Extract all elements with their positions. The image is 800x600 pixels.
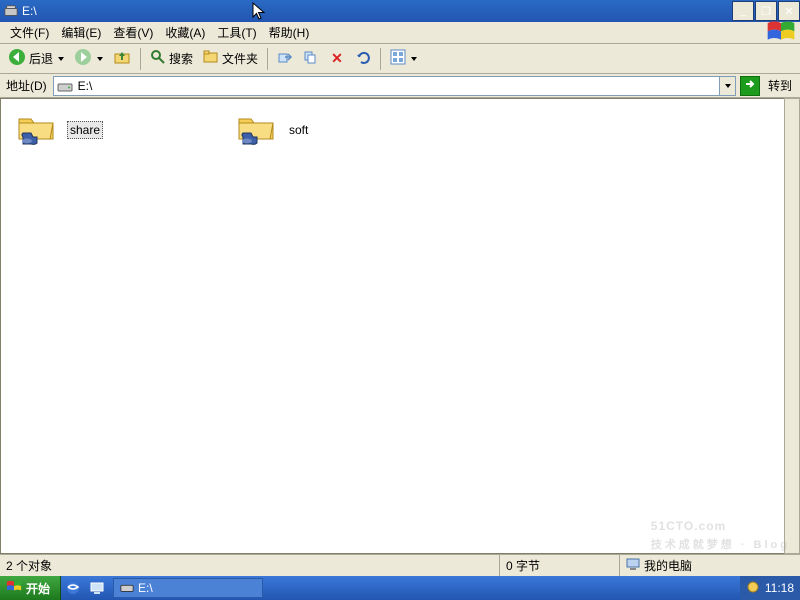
drive-icon (57, 78, 73, 94)
clock: 11:18 (765, 581, 794, 595)
back-label: 后退 (29, 50, 53, 67)
folder-item[interactable]: soft (237, 113, 397, 147)
dropdown-icon (97, 57, 103, 61)
folder-label: share (67, 121, 103, 139)
dropdown-icon (411, 57, 417, 61)
menu-help[interactable]: 帮助(H) (263, 22, 316, 43)
search-label: 搜索 (169, 50, 193, 67)
status-bar: 2 个对象 0 字节 我的电脑 (0, 554, 800, 576)
system-tray[interactable]: 11:18 (740, 576, 800, 600)
folder-label: soft (287, 122, 310, 138)
folder-up-icon (113, 48, 131, 69)
copy-to-icon (303, 49, 319, 68)
folders-icon (203, 49, 219, 68)
menu-edit[interactable]: 编辑(E) (55, 22, 107, 43)
forward-arrow-icon (74, 48, 92, 69)
address-bar: 地址(D) E:\ 转到 (0, 74, 800, 98)
taskbar-task[interactable]: E:\ (113, 578, 263, 598)
quicklaunch-ie[interactable] (62, 577, 84, 599)
drive-icon (120, 580, 134, 597)
copy-to-button[interactable] (299, 47, 323, 71)
status-location: 我的电脑 (620, 555, 800, 576)
start-label: 开始 (26, 580, 50, 597)
menu-file[interactable]: 文件(F) (4, 22, 55, 43)
taskbar: 开始 E:\ 11:18 (0, 576, 800, 600)
windows-flag-icon (766, 23, 796, 43)
undo-icon (355, 49, 371, 68)
forward-button[interactable] (70, 47, 107, 71)
address-dropdown-button[interactable] (719, 77, 735, 95)
address-input[interactable]: E:\ (53, 76, 736, 96)
back-arrow-icon (8, 48, 26, 69)
dropdown-icon (725, 84, 731, 88)
separator (380, 48, 381, 70)
start-button[interactable]: 开始 (0, 576, 61, 600)
go-arrow-icon (744, 78, 756, 93)
menu-bar: 文件(F) 编辑(E) 查看(V) 收藏(A) 工具(T) 帮助(H) (0, 22, 800, 44)
back-button[interactable]: 后退 (4, 47, 68, 71)
vertical-scrollbar[interactable] (784, 98, 800, 554)
search-icon (150, 49, 166, 68)
move-to-icon (277, 49, 293, 68)
menu-tools[interactable]: 工具(T) (211, 22, 262, 43)
search-button[interactable]: 搜索 (146, 47, 197, 71)
folder-item[interactable]: share (17, 113, 177, 147)
file-list-pane[interactable]: share soft (0, 98, 800, 554)
menu-favorites[interactable]: 收藏(A) (159, 22, 211, 43)
tool-bar: 后退 搜索 文件夹 ✕ (0, 44, 800, 74)
undo-button[interactable] (351, 47, 375, 71)
views-icon (390, 49, 406, 68)
shared-folder-icon (237, 113, 277, 147)
status-object-count: 2 个对象 (0, 555, 500, 576)
shared-folder-icon (17, 113, 57, 147)
delete-x-icon: ✕ (331, 50, 343, 67)
tray-icon (746, 580, 760, 597)
address-path: E:\ (76, 79, 719, 93)
minimize-button[interactable]: _ (732, 1, 754, 21)
windows-flag-icon (6, 579, 22, 598)
dropdown-icon (58, 57, 64, 61)
folders-label: 文件夹 (222, 50, 258, 67)
views-button[interactable] (386, 47, 421, 71)
menu-view[interactable]: 查看(V) (107, 22, 159, 43)
folders-button[interactable]: 文件夹 (199, 47, 262, 71)
go-label: 转到 (764, 77, 796, 94)
up-button[interactable] (109, 47, 135, 71)
quicklaunch-desktop[interactable] (86, 577, 108, 599)
title-bar: E:\ _ ❐ ✕ (0, 0, 800, 22)
window-icon (4, 4, 18, 18)
separator (140, 48, 141, 70)
task-label: E:\ (138, 581, 153, 595)
delete-button[interactable]: ✕ (325, 47, 349, 71)
separator (267, 48, 268, 70)
status-size: 0 字节 (500, 555, 620, 576)
window-title: E:\ (22, 4, 731, 18)
address-label: 地址(D) (4, 77, 49, 94)
my-computer-icon (626, 557, 640, 574)
move-to-button[interactable] (273, 47, 297, 71)
go-button[interactable] (740, 76, 760, 96)
